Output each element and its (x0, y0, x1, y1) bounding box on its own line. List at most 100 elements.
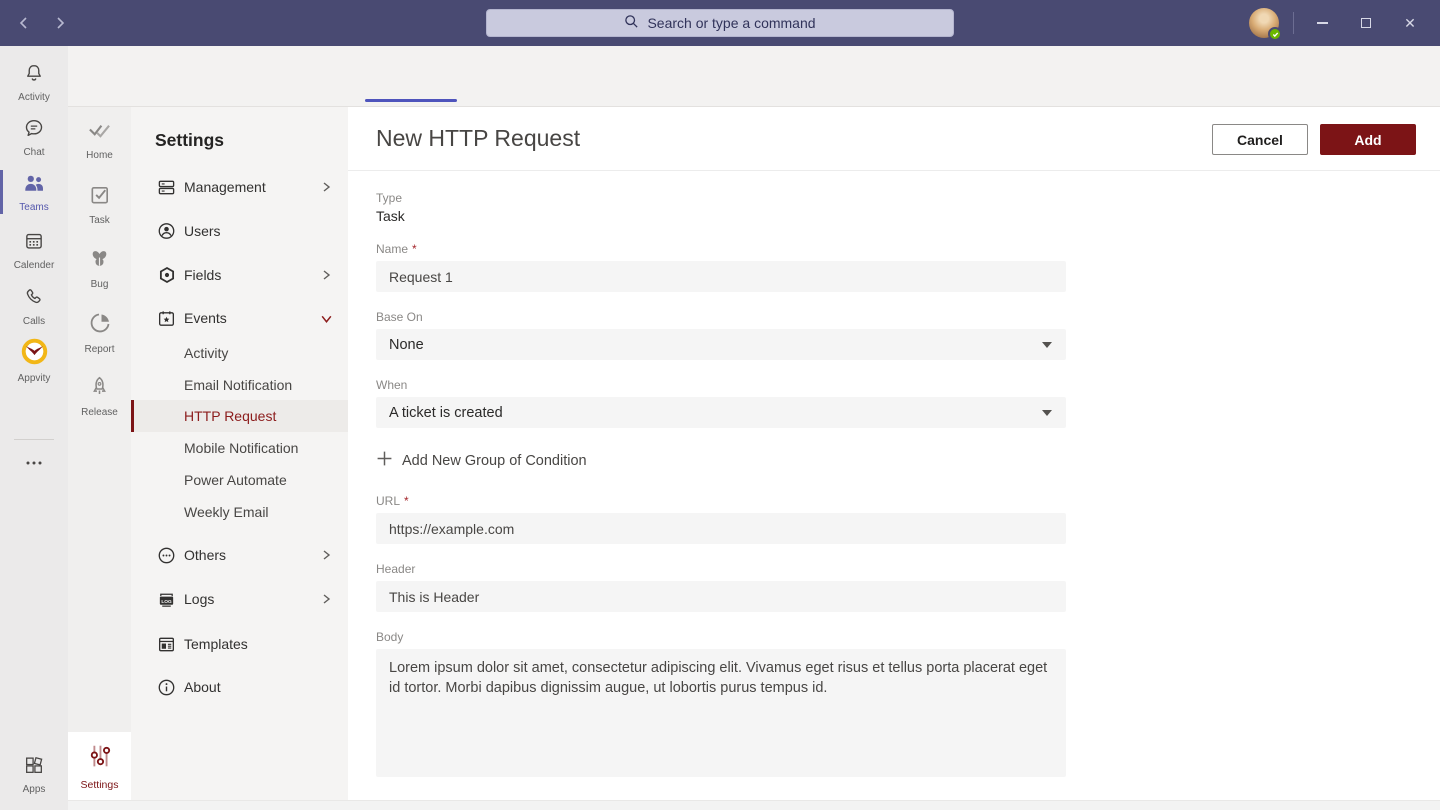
users-icon (157, 222, 176, 241)
sidebar-item-teams[interactable]: Teams (0, 170, 68, 214)
settings-heading: Settings (155, 130, 225, 150)
name-input[interactable] (376, 261, 1066, 292)
nav-item-label: About (184, 679, 221, 695)
nav-subitem-activity[interactable]: Activity (131, 337, 348, 369)
nav-item-label: Mobile Notification (184, 440, 299, 456)
module-item-settings[interactable]: Settings (68, 732, 131, 800)
svg-text:LOG: LOG (161, 598, 172, 604)
module-item-label: Release (81, 407, 118, 418)
module-item-label: Bug (90, 279, 109, 290)
release-rocket-icon (88, 375, 111, 403)
logs-icon: LOG (157, 590, 176, 609)
search-icon (624, 14, 639, 32)
module-item-report[interactable]: Report (68, 311, 131, 355)
nav-item-label: Power Automate (184, 472, 287, 488)
nav-subitem-http-request[interactable]: HTTP Request (131, 400, 348, 432)
nav-item-templates[interactable]: Templates (131, 627, 348, 661)
teams-window: Search or type a command ✕ Project Drago… (0, 0, 1440, 810)
caret-down-icon (1042, 409, 1052, 416)
when-dropdown[interactable]: A ticket is created (376, 397, 1066, 428)
nav-subitem-mobile-notification[interactable]: Mobile Notification (131, 432, 348, 464)
nav-item-label: HTTP Request (184, 408, 277, 424)
nav-item-about[interactable]: About (131, 670, 348, 704)
type-label: Type (376, 191, 403, 205)
nav-item-label: Management (184, 179, 266, 195)
module-item-label: Task (89, 215, 110, 226)
status-available-icon (1268, 27, 1282, 41)
events-calendar-icon (157, 309, 176, 328)
url-input[interactable] (376, 513, 1066, 544)
name-label: Name * (376, 242, 417, 256)
module-item-home[interactable]: Home (68, 118, 131, 161)
nav-item-fields[interactable]: Fields (131, 258, 348, 292)
nav-item-management[interactable]: Management (131, 170, 348, 204)
sidebar-item-chat[interactable]: Chat (0, 117, 68, 158)
add-button[interactable]: Add (1320, 124, 1416, 155)
phone-icon (23, 286, 45, 313)
active-rail-indicator (0, 170, 3, 214)
minimize-button[interactable] (1300, 0, 1344, 46)
nav-item-others[interactable]: Others (131, 538, 348, 572)
when-value: A ticket is created (389, 404, 503, 421)
required-asterisk: * (404, 494, 409, 508)
rail-item-label: Apps (22, 784, 46, 795)
titlebar-divider (1293, 12, 1294, 34)
module-item-label: Home (86, 150, 113, 161)
bug-icon (88, 247, 111, 275)
chevron-right-icon (318, 267, 334, 283)
management-icon (157, 178, 176, 197)
sidebar-item-calls[interactable]: Calls (0, 286, 68, 327)
header-divider (348, 170, 1440, 171)
task-checkbox-icon (88, 183, 112, 211)
rail-item-label: Appvity (17, 373, 51, 384)
close-button[interactable]: ✕ (1388, 0, 1432, 46)
cancel-button[interactable]: Cancel (1212, 124, 1308, 155)
module-item-bug[interactable]: Bug (68, 247, 131, 290)
nav-item-label: Templates (184, 636, 248, 652)
nav-subitem-weekly-email[interactable]: Weekly Email (131, 496, 348, 528)
nav-item-users[interactable]: Users (131, 214, 348, 248)
rail-item-label: Chat (23, 147, 45, 158)
maximize-button[interactable] (1344, 0, 1388, 46)
module-item-task[interactable]: Task (68, 183, 131, 226)
nav-item-label: Events (184, 310, 227, 326)
chat-icon (23, 117, 45, 144)
nav-item-events[interactable]: Events (131, 301, 348, 335)
caret-down-icon (1042, 341, 1052, 348)
body-textarea[interactable]: Lorem ipsum dolor sit amet, consectetur … (376, 649, 1066, 777)
rail-item-label: Activity (18, 92, 50, 103)
settings-nav-panel: Settings Management Users Fields Events … (131, 107, 348, 810)
base-on-dropdown[interactable]: None (376, 329, 1066, 360)
nav-item-label: Activity (184, 345, 229, 361)
sidebar-item-activity[interactable]: Activity (0, 62, 68, 103)
nav-item-label: Weekly Email (184, 504, 269, 520)
rail-divider (14, 439, 54, 440)
sidebar-item-appvity[interactable]: Appvity (0, 338, 68, 384)
nav-item-label: Email Notification (184, 377, 293, 393)
nav-subitem-email-notification[interactable]: Email Notification (131, 369, 348, 401)
base-on-value: None (389, 336, 424, 353)
calendar-icon (23, 230, 45, 257)
nav-subitem-power-automate[interactable]: Power Automate (131, 464, 348, 496)
add-condition-group-button[interactable]: Add New Group of Condition (376, 450, 587, 471)
back-arrow-icon[interactable] (12, 11, 36, 35)
header-input[interactable] (376, 581, 1066, 612)
fields-icon (157, 266, 176, 285)
more-apps-icon[interactable] (0, 458, 68, 468)
sidebar-item-apps[interactable]: Apps (0, 754, 68, 795)
templates-icon (157, 635, 176, 654)
appvity-logo (21, 338, 48, 370)
channel-header: Project Dragon Posts Files Appvity eTask… (68, 46, 1440, 140)
titlebar: Search or type a command ✕ (0, 0, 1440, 46)
url-label: URL * (376, 494, 409, 508)
others-icon (157, 546, 176, 565)
sidebar-item-calendar[interactable]: Calender (0, 230, 68, 271)
nav-item-logs[interactable]: LOG Logs (131, 582, 348, 616)
module-item-release[interactable]: Release (68, 375, 131, 418)
avatar[interactable] (1249, 8, 1282, 41)
forward-arrow-icon[interactable] (48, 11, 72, 35)
search-input[interactable]: Search or type a command (486, 9, 954, 37)
nav-item-label: Others (184, 547, 227, 563)
apps-grid-icon (23, 754, 45, 781)
type-value: Task (376, 208, 405, 224)
